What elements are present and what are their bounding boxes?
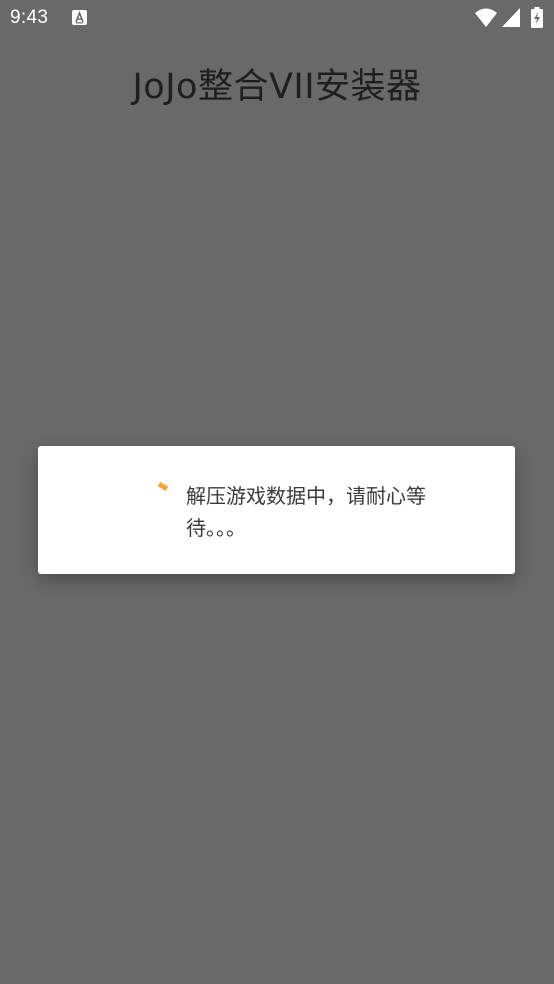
dialog-message: 解压游戏数据中，请耐心等待。。。 [186,484,426,540]
status-time: 9:43 [10,7,49,28]
progress-spinner-icon [157,481,169,492]
progress-dialog: 解压游戏数据中，请耐心等待。。。 [38,446,515,574]
battery-charging-icon [531,7,543,28]
installer-screen: 9:43 JoJo整合VII安装器 解压游戏数据中，请耐心等待。。。 [0,0,554,984]
cell-signal-icon [502,8,520,27]
page-title: JoJo整合VII安装器 [132,67,422,107]
text-a-notification-icon [72,10,87,25]
wifi-icon [475,8,497,27]
status-bar: 9:43 [0,0,554,38]
